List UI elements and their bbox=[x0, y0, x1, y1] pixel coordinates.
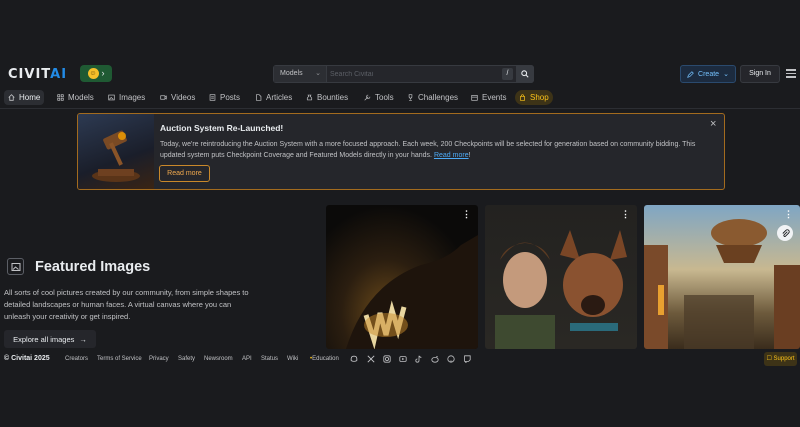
more-options-icon[interactable]: ⋮ bbox=[784, 210, 793, 219]
create-button[interactable]: Create ⌄ bbox=[680, 65, 736, 83]
footer-link-status[interactable]: Status bbox=[261, 356, 278, 362]
tiktok-icon[interactable] bbox=[415, 355, 423, 363]
footer-link-newsroom[interactable]: Newsroom bbox=[204, 356, 233, 362]
read-more-button[interactable]: Read more bbox=[159, 165, 210, 182]
nav-item-articles[interactable]: Articles bbox=[251, 90, 296, 105]
chat-icon: ☐ bbox=[766, 356, 772, 362]
footer-link-api[interactable]: API bbox=[242, 356, 252, 362]
nav-item-bounties[interactable]: Bounties bbox=[302, 90, 352, 105]
article-icon bbox=[256, 94, 262, 101]
nav-item-challenges[interactable]: Challenges bbox=[403, 90, 462, 105]
footer-link-wiki[interactable]: Wiki bbox=[287, 356, 298, 362]
sign-in-button[interactable]: Sign In bbox=[740, 65, 780, 83]
twitch-icon[interactable] bbox=[463, 355, 471, 363]
nav-item-posts[interactable]: Posts bbox=[205, 90, 244, 105]
footer-link-education[interactable]: •Education bbox=[310, 356, 339, 362]
reddit-icon[interactable] bbox=[431, 355, 439, 363]
grid-icon bbox=[57, 94, 64, 101]
nav-item-events[interactable]: Events bbox=[467, 90, 510, 105]
search-scope-select[interactable]: Models ⌄ bbox=[274, 66, 327, 82]
announcement-banner: Auction System Re-Launched! Today, we're… bbox=[77, 113, 725, 190]
more-options-icon[interactable]: ⋮ bbox=[621, 210, 630, 219]
discord-icon[interactable] bbox=[350, 355, 358, 363]
footer-link-creators[interactable]: Creators bbox=[65, 356, 88, 362]
featured-description: All sorts of cool pictures created by ou… bbox=[4, 288, 249, 321]
search-button[interactable] bbox=[516, 65, 534, 83]
home-icon bbox=[8, 94, 15, 101]
search-shortcut-key: / bbox=[502, 68, 513, 80]
more-options-icon[interactable]: ⋮ bbox=[462, 210, 471, 219]
trophy-icon bbox=[408, 94, 413, 101]
x-twitter-icon[interactable] bbox=[367, 355, 375, 363]
github-icon[interactable] bbox=[447, 355, 455, 363]
nav-item-models[interactable]: Models bbox=[53, 90, 98, 105]
civitai-logo[interactable]: CIVITAI bbox=[8, 67, 67, 82]
banner-title: Auction System Re-Launched! bbox=[160, 123, 284, 133]
search-icon bbox=[521, 70, 529, 78]
chevron-down-icon: ⌄ bbox=[723, 71, 729, 78]
featured-image-card[interactable]: ⋮ bbox=[326, 205, 478, 349]
auction-gavel-image bbox=[78, 114, 154, 189]
video-icon bbox=[160, 95, 167, 100]
posts-icon bbox=[209, 94, 216, 101]
close-icon[interactable]: × bbox=[710, 118, 716, 130]
footer-link-privacy[interactable]: Privacy bbox=[149, 356, 169, 362]
paperclip-icon[interactable] bbox=[777, 225, 793, 241]
pencil-icon bbox=[687, 70, 694, 78]
nav-item-shop[interactable]: Shop bbox=[515, 90, 553, 105]
copyright-text: © Civitai 2025 bbox=[4, 355, 50, 362]
search-input[interactable] bbox=[330, 67, 480, 81]
chevron-right-icon: › bbox=[101, 68, 105, 78]
featured-image-card[interactable]: ⋮ bbox=[644, 205, 800, 349]
nav-item-images[interactable]: Images bbox=[104, 90, 149, 105]
tools-icon bbox=[364, 94, 371, 101]
chevron-down-icon: ⌄ bbox=[315, 70, 321, 77]
explore-all-images-button[interactable]: Explore all images → bbox=[4, 330, 96, 348]
search-bar: Models ⌄ bbox=[273, 65, 534, 83]
youtube-icon[interactable] bbox=[399, 355, 407, 363]
shopping-bag-icon bbox=[520, 94, 525, 101]
nav-item-videos[interactable]: Videos bbox=[156, 90, 199, 105]
banner-text: Today, we're reintroducing the Auction S… bbox=[160, 141, 696, 159]
read-more-link[interactable]: Read more bbox=[434, 152, 469, 159]
photo-icon bbox=[7, 258, 24, 275]
featured-image-card[interactable]: ⋮ bbox=[485, 205, 637, 349]
nav-item-tools[interactable]: Tools bbox=[360, 90, 398, 105]
arrow-right-icon: → bbox=[79, 334, 87, 344]
support-button[interactable]: ☐ Support bbox=[764, 352, 797, 366]
featured-title: Featured Images bbox=[35, 259, 151, 275]
footer-link-safety[interactable]: Safety bbox=[178, 356, 195, 362]
create-label: Create bbox=[698, 70, 720, 78]
instagram-icon[interactable] bbox=[383, 355, 391, 363]
smiley-icon: ☺ bbox=[87, 68, 99, 79]
hamburger-menu-icon[interactable] bbox=[786, 69, 796, 78]
bounty-icon bbox=[306, 94, 313, 101]
nav-item-home[interactable]: Home bbox=[4, 90, 45, 105]
user-status-badge[interactable]: ☺ › bbox=[80, 65, 112, 82]
footer-link-terms[interactable]: Terms of Service bbox=[97, 356, 142, 362]
photo-icon bbox=[108, 94, 115, 101]
calendar-icon bbox=[471, 95, 478, 101]
